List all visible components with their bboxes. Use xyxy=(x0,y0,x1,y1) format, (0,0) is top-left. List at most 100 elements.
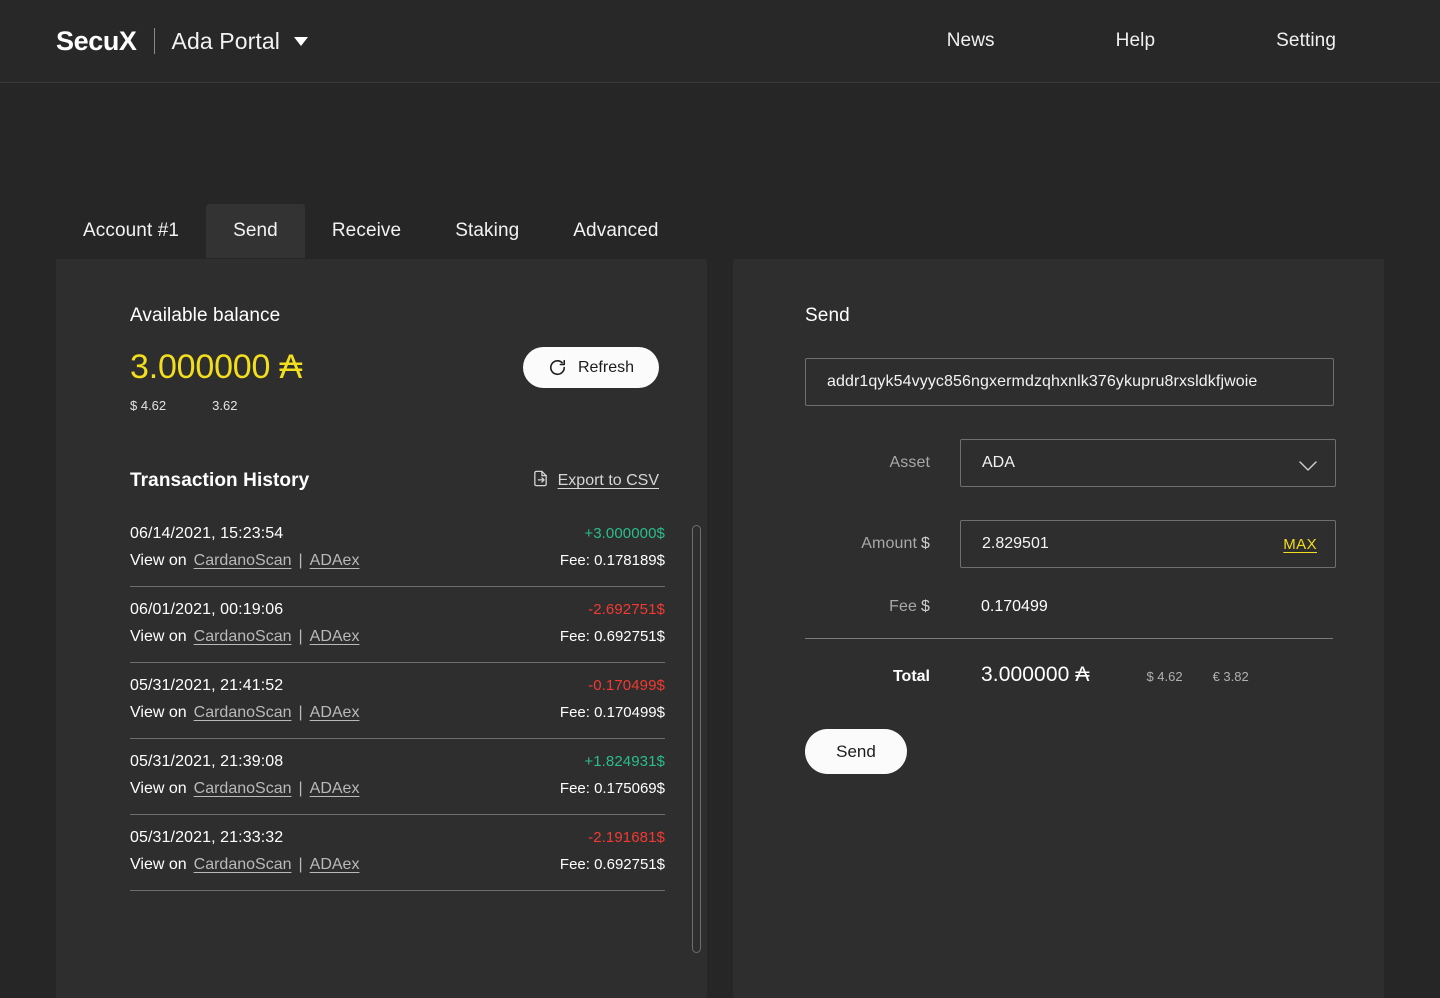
balance-eur: 3.62 xyxy=(212,398,238,413)
transaction-history-title: Transaction History xyxy=(130,470,310,491)
view-on-label: View on xyxy=(130,780,187,797)
recipient-address-input[interactable]: addr1qyk54vyyc856ngxermdzqhxnlk376ykupru… xyxy=(805,358,1334,406)
fee-label-text: Fee xyxy=(889,598,917,615)
transaction-fee: Fee: 0.175069$ xyxy=(559,780,665,797)
total-divider xyxy=(805,638,1333,639)
max-button[interactable]: MAX xyxy=(1283,536,1317,553)
chevron-down-icon[interactable] xyxy=(293,36,308,46)
balance-history-panel: Available balance 3.000000 ₳ Refresh $ 4… xyxy=(56,259,707,998)
send-panel: Send addr1qyk54vyyc856ngxermdzqhxnlk376y… xyxy=(733,259,1384,998)
transaction-date: 05/31/2021, 21:39:08 xyxy=(130,753,284,770)
send-form: Send addr1qyk54vyyc856ngxermdzqhxnlk376y… xyxy=(733,259,1384,774)
main-nav: News Help Setting xyxy=(937,24,1346,58)
refresh-button[interactable]: Refresh xyxy=(522,347,659,388)
transaction-scroll-area[interactable]: 06/14/2021, 15:23:54 +3.000000$ View on … xyxy=(130,517,665,957)
nav-item-help[interactable]: Help xyxy=(1106,24,1165,58)
tab-advanced[interactable]: Advanced xyxy=(546,204,685,258)
table-row[interactable]: 05/31/2021, 21:39:08 +1.824931$ View on … xyxy=(130,738,665,814)
export-to-csv-label: Export to CSV xyxy=(557,472,659,489)
transaction-fee: Fee: 0.692751$ xyxy=(559,628,665,645)
fee-value: 0.170499 xyxy=(981,598,1048,615)
total-usd: $ 4.62 xyxy=(1146,669,1183,684)
table-row[interactable]: 05/31/2021, 21:33:32 -2.191681$ View on … xyxy=(130,814,665,890)
transaction-list: 06/14/2021, 15:23:54 +3.000000$ View on … xyxy=(130,517,701,957)
link-separator: | xyxy=(298,552,303,569)
link-separator: | xyxy=(298,704,303,721)
asset-select[interactable]: ADA xyxy=(960,439,1336,487)
cardanoscan-link[interactable]: CardanoScan xyxy=(194,856,292,874)
refresh-icon xyxy=(548,358,567,377)
cardanoscan-link[interactable]: CardanoScan xyxy=(194,628,292,646)
portal-name: Ada Portal xyxy=(171,27,280,54)
transaction-date: 06/14/2021, 15:23:54 xyxy=(130,525,284,542)
nav-item-setting[interactable]: Setting xyxy=(1266,24,1346,58)
transaction-amount: -0.170499$ xyxy=(588,677,665,694)
app-header: SecuX Ada Portal News Help Setting xyxy=(0,0,1440,83)
brand-area[interactable]: SecuX Ada Portal xyxy=(56,27,308,55)
link-separator: | xyxy=(298,628,303,645)
balance-usd: $ 4.62 xyxy=(130,398,167,413)
link-separator: | xyxy=(298,780,303,797)
adaex-link[interactable]: ADAex xyxy=(310,704,360,722)
balance-row: 3.000000 ₳ Refresh xyxy=(130,347,659,388)
transaction-amount: +3.000000$ xyxy=(584,525,665,542)
view-on-label: View on xyxy=(130,856,187,873)
tab-account-1[interactable]: Account #1 xyxy=(56,204,206,258)
transaction-amount: -2.191681$ xyxy=(588,829,665,846)
cardanoscan-link[interactable]: CardanoScan xyxy=(194,552,292,570)
adaex-link[interactable]: ADAex xyxy=(310,856,360,874)
total-amount: 3.000000 ₳ xyxy=(981,663,1090,686)
asset-label: Asset xyxy=(889,454,930,471)
tab-receive[interactable]: Receive xyxy=(305,204,428,258)
transaction-date: 05/31/2021, 21:33:32 xyxy=(130,829,284,846)
amount-value: 2.829501 xyxy=(982,535,1049,552)
balance-label: Available balance xyxy=(130,305,281,326)
amount-currency-symbol: $ xyxy=(921,535,930,552)
balance-fiat-row: $ 4.62 3.62 xyxy=(130,398,659,413)
balance-amount: 3.000000 ₳ xyxy=(130,348,302,386)
total-row: Total 3.000000 ₳ $ 4.62 € 3.82 xyxy=(805,663,1336,687)
view-on-label: View on xyxy=(130,704,187,721)
file-export-icon xyxy=(532,469,549,493)
view-on-label: View on xyxy=(130,552,187,569)
link-separator: | xyxy=(298,856,303,873)
export-to-csv-button[interactable]: Export to CSV xyxy=(532,469,659,493)
amount-label: Amount $ xyxy=(805,535,960,553)
transaction-fee: Fee: 0.178189$ xyxy=(559,552,665,569)
total-fiat-group: $ 4.62 € 3.82 xyxy=(1146,669,1248,684)
chevron-down-icon xyxy=(1299,458,1317,471)
tab-staking[interactable]: Staking xyxy=(428,204,546,258)
fee-label: Fee $ xyxy=(805,598,960,616)
transaction-date: 05/31/2021, 21:41:52 xyxy=(130,677,284,694)
amount-input[interactable]: 2.829501 MAX xyxy=(960,520,1336,568)
transaction-fee: Fee: 0.692751$ xyxy=(559,856,665,873)
transaction-history-header: Transaction History Export to CSV xyxy=(56,413,707,493)
table-row[interactable]: 05/31/2021, 21:41:52 -0.170499$ View on … xyxy=(130,662,665,738)
total-eur: € 3.82 xyxy=(1212,669,1249,684)
balance-section: Available balance 3.000000 ₳ Refresh $ 4… xyxy=(56,259,707,413)
table-row[interactable]: 06/14/2021, 15:23:54 +3.000000$ View on … xyxy=(130,517,665,586)
fee-row: Fee $ 0.170499 xyxy=(805,598,1336,616)
transaction-amount: +1.824931$ xyxy=(584,753,665,770)
total-label: Total xyxy=(892,668,930,685)
send-title: Send xyxy=(805,305,850,326)
amount-label-text: Amount xyxy=(861,535,917,552)
table-row[interactable] xyxy=(130,890,665,921)
adaex-link[interactable]: ADAex xyxy=(310,628,360,646)
nav-item-news[interactable]: News xyxy=(937,24,1005,58)
table-row[interactable]: 06/01/2021, 00:19:06 -2.692751$ View on … xyxy=(130,586,665,662)
adaex-link[interactable]: ADAex xyxy=(310,780,360,798)
cardanoscan-link[interactable]: CardanoScan xyxy=(194,780,292,798)
asset-row: Asset ADA xyxy=(805,439,1336,487)
transaction-amount: -2.692751$ xyxy=(588,601,665,618)
send-button[interactable]: Send xyxy=(805,729,907,774)
transaction-fee: Fee: 0.170499$ xyxy=(559,704,665,721)
amount-row: Amount $ 2.829501 MAX xyxy=(805,520,1336,568)
account-tabs: Account #1 Send Receive Staking Advanced xyxy=(56,204,686,258)
adaex-link[interactable]: ADAex xyxy=(310,552,360,570)
content-panels: Available balance 3.000000 ₳ Refresh $ 4… xyxy=(56,259,1384,998)
tab-send[interactable]: Send xyxy=(206,204,305,258)
view-on-label: View on xyxy=(130,628,187,645)
transaction-list-scrollbar[interactable] xyxy=(692,525,701,953)
cardanoscan-link[interactable]: CardanoScan xyxy=(194,704,292,722)
